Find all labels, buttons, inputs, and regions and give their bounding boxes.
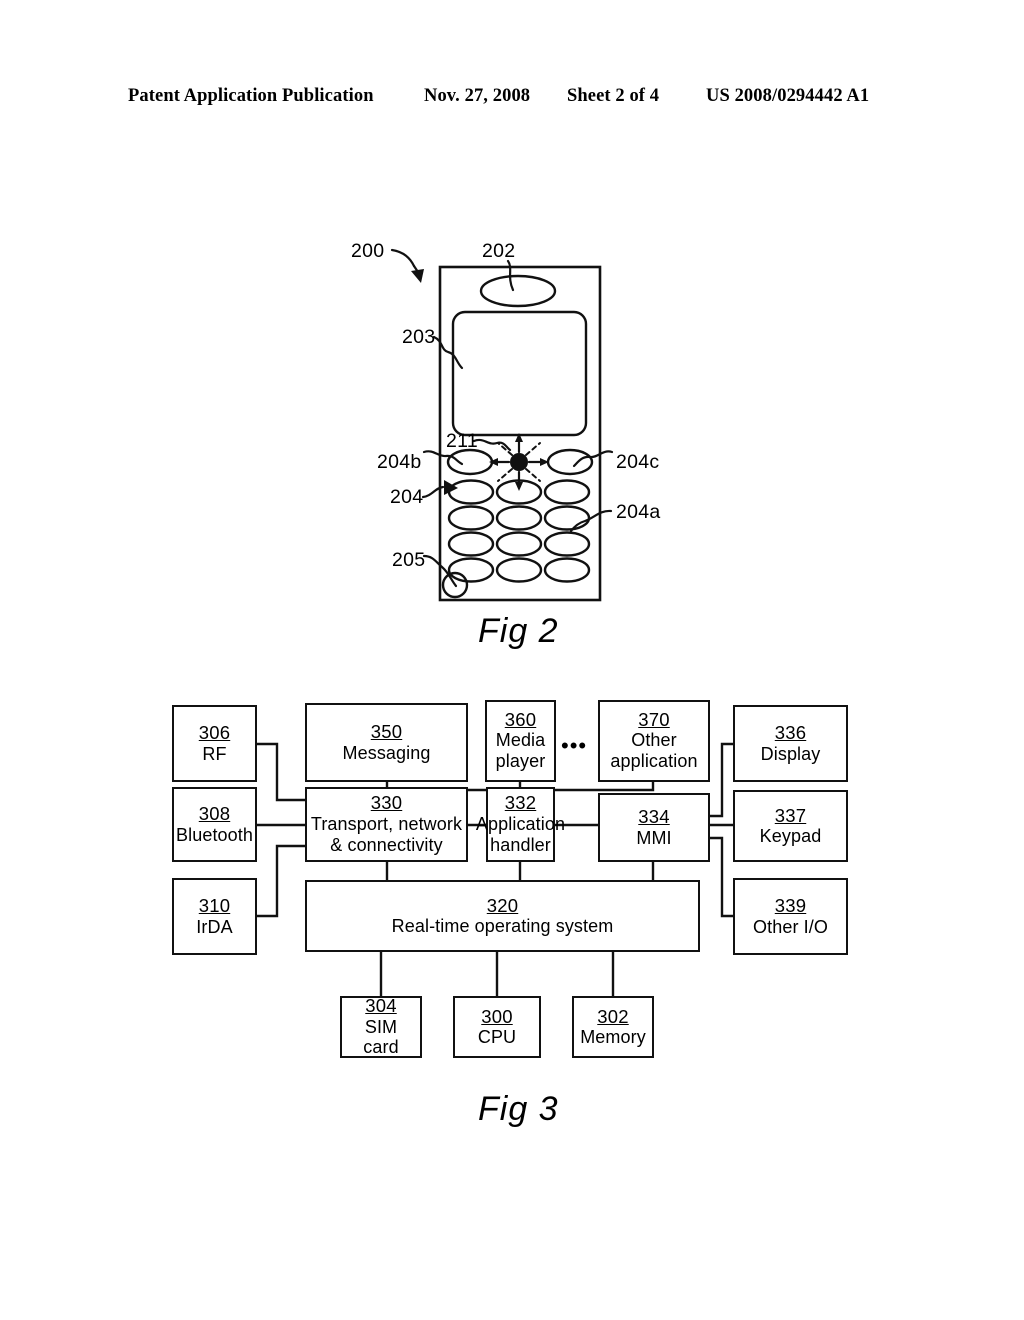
block-label: RF xyxy=(202,743,227,764)
block-number: 330 xyxy=(370,792,403,814)
block-number: 306 xyxy=(198,722,231,744)
block-label: Real-time operating system xyxy=(391,916,614,937)
figure-3-caption: Fig 3 xyxy=(478,1090,559,1128)
block-number: 339 xyxy=(774,895,807,917)
block-310-irda[interactable]: 310 IrDA xyxy=(172,878,257,955)
block-label-line-1: Media xyxy=(495,730,546,751)
block-number: 300 xyxy=(481,1005,513,1027)
block-label: CPU xyxy=(477,1027,517,1048)
block-337-keypad[interactable]: 337 Keypad xyxy=(733,790,848,862)
block-label: Display xyxy=(760,743,821,764)
block-number: 304 xyxy=(365,995,397,1017)
block-300-cpu[interactable]: 300 CPU xyxy=(453,996,541,1058)
block-320-real-time-operating-system[interactable]: 320 Real-time operating system xyxy=(305,880,700,952)
block-label: Bluetooth xyxy=(176,824,253,845)
block-label-line-1: Other xyxy=(631,730,677,751)
block-number: 337 xyxy=(774,804,807,826)
block-number: 350 xyxy=(370,721,403,743)
block-label-line-2: player xyxy=(495,751,546,772)
block-label: MMI xyxy=(636,827,672,848)
block-360-media-player[interactable]: 360 Media player xyxy=(485,700,556,782)
block-336-display[interactable]: 336 Display xyxy=(733,705,848,782)
block-label-line-2: & connectivity xyxy=(330,834,443,855)
block-330-transport-network-connectivity[interactable]: 330 Transport, network & connectivity xyxy=(305,787,468,862)
block-number: 336 xyxy=(774,722,807,744)
block-370-other-application[interactable]: 370 Other application xyxy=(598,700,710,782)
block-label: Memory xyxy=(580,1027,646,1048)
block-number: 310 xyxy=(198,895,231,917)
block-number: 334 xyxy=(638,806,670,828)
block-number: 370 xyxy=(638,708,670,730)
applications-ellipsis: ••• xyxy=(561,733,588,758)
block-332-application-handler[interactable]: 332 Application handler xyxy=(476,787,565,862)
block-339-other-io[interactable]: 339 Other I/O xyxy=(733,878,848,955)
block-label-line-2: handler xyxy=(490,834,551,855)
block-label: Other I/O xyxy=(753,916,828,937)
block-number: 302 xyxy=(597,1005,629,1027)
block-label: SIM card xyxy=(363,1017,399,1058)
block-302-memory[interactable]: 302 Memory xyxy=(572,996,654,1058)
block-label-line-1: Application xyxy=(475,813,566,834)
block-334-mmi[interactable]: 334 MMI xyxy=(598,793,710,862)
block-number: 320 xyxy=(486,894,519,916)
block-number: 332 xyxy=(504,792,537,814)
block-number: 360 xyxy=(504,708,537,730)
block-label: Messaging xyxy=(342,742,431,763)
block-number: 308 xyxy=(198,803,231,825)
block-306-rf[interactable]: 306 RF xyxy=(172,705,257,782)
block-label-line-2: application xyxy=(610,751,698,772)
block-label: IrDA xyxy=(196,916,233,937)
block-label: Keypad xyxy=(759,826,822,847)
block-308-bluetooth[interactable]: 308 Bluetooth xyxy=(172,787,257,862)
block-304-sim-card[interactable]: 304 SIM card xyxy=(340,996,422,1058)
block-label-line-1: Transport, network xyxy=(310,813,463,834)
block-350-messaging[interactable]: 350 Messaging xyxy=(305,703,468,782)
